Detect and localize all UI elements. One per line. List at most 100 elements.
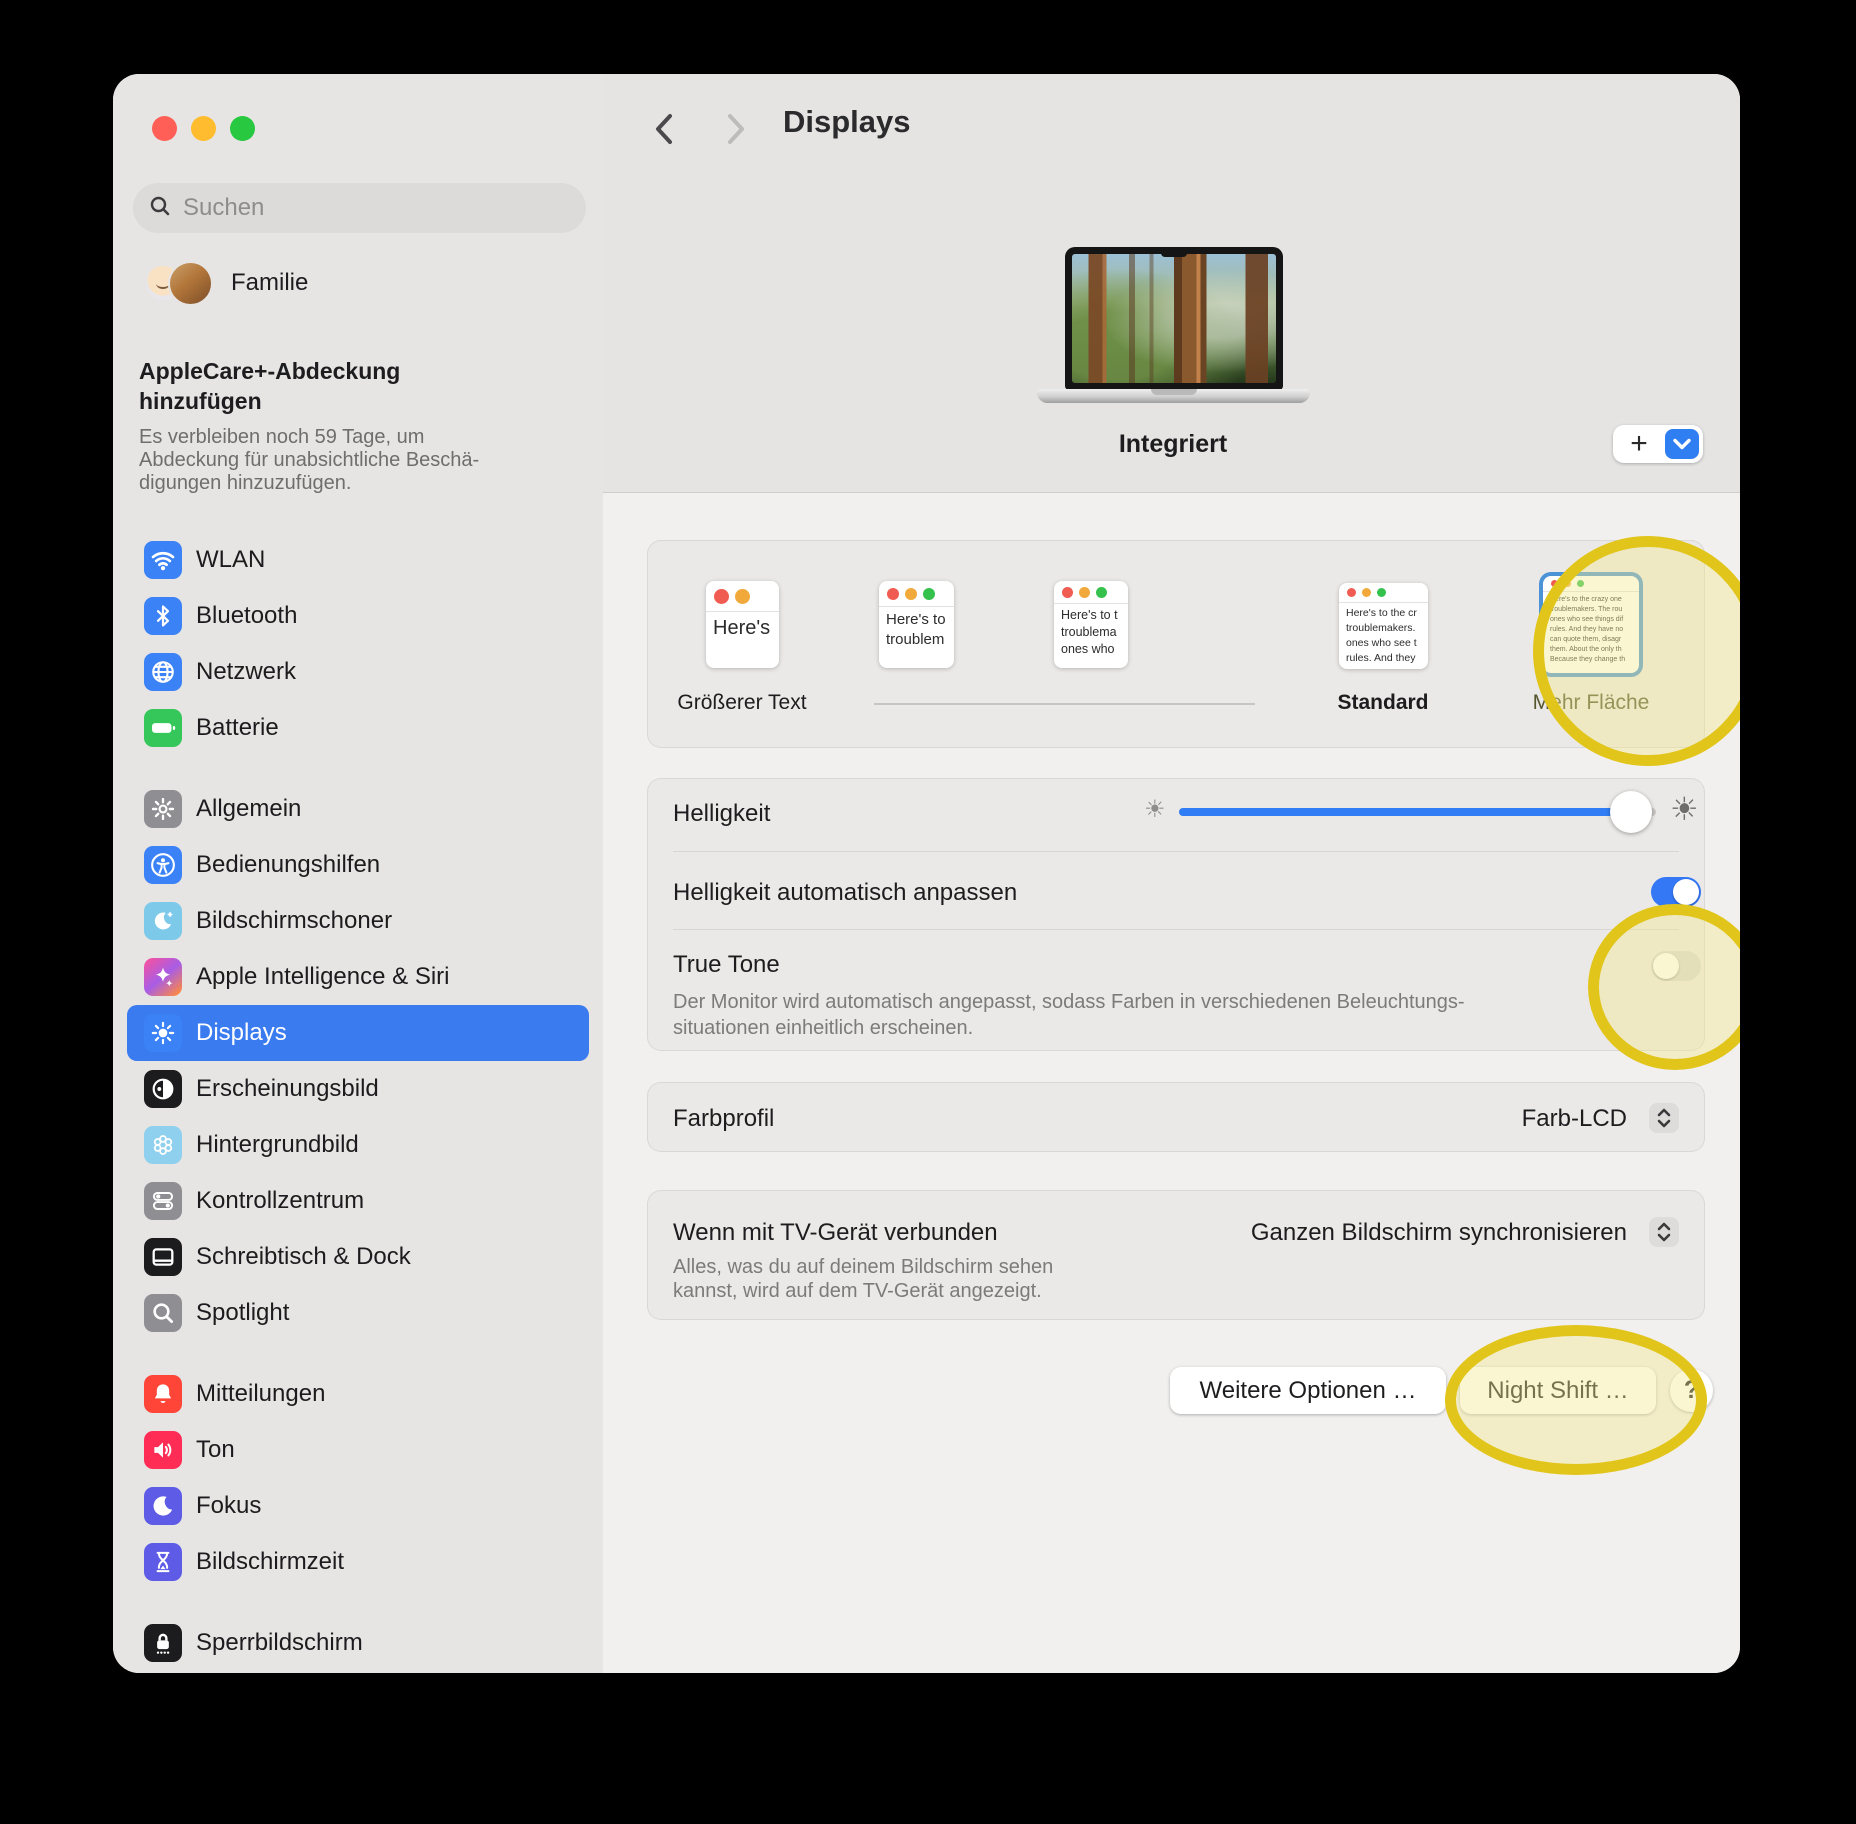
picker-option-groesserer-text[interactable]: Here's bbox=[706, 581, 779, 668]
sidebar-item-label: Kontrollzentrum bbox=[196, 1187, 365, 1214]
picker-label-groesserer-text: Größerer Text bbox=[677, 691, 807, 714]
sidebar-item-wlan[interactable]: WLAN bbox=[127, 532, 589, 588]
traffic-lights bbox=[152, 116, 255, 141]
divider bbox=[673, 929, 1679, 930]
search-input[interactable] bbox=[181, 193, 570, 223]
help-button[interactable]: ? bbox=[1670, 1369, 1713, 1412]
sidebar-item-bildschirmschoner[interactable]: Bildschirmschoner bbox=[127, 893, 589, 949]
bluetooth-icon bbox=[144, 597, 182, 635]
sidebar-item-hintergrundbild[interactable]: Hintergrundbild bbox=[127, 1117, 589, 1173]
true-tone-description: Der Monitor wird automatisch angepasst, … bbox=[673, 991, 1465, 1039]
window-dot-icon bbox=[1377, 588, 1386, 597]
picker-label-mehr-flaeche: Mehr Fläche bbox=[1532, 691, 1650, 714]
thumb-text-line: troublemakers. bbox=[1346, 622, 1416, 634]
tv-mirroring-label: Wenn mit TV-Gerät verbunden bbox=[673, 1219, 998, 1246]
sidebar-item-label: Schreibtisch & Dock bbox=[196, 1243, 411, 1270]
true-tone-toggle[interactable] bbox=[1651, 951, 1701, 981]
sidebar-item-label: Spotlight bbox=[196, 1299, 290, 1326]
sidebar-item-label: Displays bbox=[196, 1019, 287, 1046]
night-shift-button[interactable]: Night Shift … bbox=[1460, 1367, 1656, 1414]
sidebar-item-batterie[interactable]: Batterie bbox=[127, 700, 589, 756]
brightness-label: Helligkeit bbox=[673, 800, 771, 827]
minimize-button[interactable] bbox=[191, 116, 216, 141]
plus-icon[interactable]: + bbox=[1613, 426, 1665, 462]
thumb-text-line: Here's to the cr bbox=[1346, 607, 1417, 619]
thumb-text-line: Because they change th bbox=[1550, 656, 1626, 663]
sidebar-item-erscheinungsbild[interactable]: Erscheinungsbild bbox=[127, 1061, 589, 1117]
bell-icon bbox=[144, 1375, 182, 1413]
sidebar-item-label: WLAN bbox=[196, 546, 266, 573]
window-dot-icon bbox=[905, 587, 917, 600]
sidebar-item-label: Erscheinungsbild bbox=[196, 1075, 379, 1102]
magnifier-icon bbox=[144, 1294, 182, 1332]
sidebar-item-label: Hintergrundbild bbox=[196, 1131, 359, 1158]
sidebar-item-fokus[interactable]: Fokus bbox=[127, 1478, 589, 1534]
sidebar-item-displays[interactable]: Displays bbox=[127, 1005, 589, 1061]
window-dot-icon bbox=[1551, 580, 1558, 587]
hourglass-icon bbox=[144, 1543, 182, 1581]
search-field[interactable] bbox=[133, 183, 586, 233]
sidebar-item-bluetooth[interactable]: Bluetooth bbox=[127, 588, 589, 644]
sidebar-item-bildschirmzeit[interactable]: Bildschirmzeit bbox=[127, 1534, 589, 1590]
window-dot-icon bbox=[1362, 588, 1371, 597]
display-name: Integriert bbox=[1118, 430, 1228, 458]
thumb-text-line: Here's to bbox=[886, 611, 946, 628]
sidebar-item-label: Apple Intelligence & Siri bbox=[196, 963, 450, 990]
sidebar-item-allgemein[interactable]: Allgemein bbox=[127, 781, 589, 837]
add-display-button[interactable]: + bbox=[1613, 425, 1703, 463]
family-label: Familie bbox=[231, 269, 309, 296]
sidebar-item-familie[interactable]: Familie bbox=[146, 260, 309, 306]
sidebar-item-label: Bildschirmschoner bbox=[196, 907, 393, 934]
chevron-down-icon[interactable] bbox=[1665, 429, 1699, 459]
tv-mirroring-stepper-icon[interactable] bbox=[1649, 1217, 1679, 1247]
brightness-bright-icon: ☀ bbox=[1670, 790, 1699, 828]
back-button[interactable] bbox=[647, 112, 681, 146]
applecare-banner[interactable]: AppleCare+-Abdeckung hinzufügen Es verbl… bbox=[139, 356, 579, 495]
sidebar-list: WLAN Bluetooth Netzwerk Batterie Allgemein Be… bbox=[127, 532, 589, 1673]
content-pane: Displays Integriert + Here's Here's to tr… bbox=[603, 74, 1740, 1673]
sidebar-item-label: Sperrbildschirm bbox=[196, 1629, 363, 1656]
sidebar-group: Sperrbildschirm bbox=[127, 1615, 589, 1671]
sidebar-item-mitteilungen[interactable]: Mitteilungen bbox=[127, 1366, 589, 1422]
sidebar-item-label: Bedienungshilfen bbox=[196, 851, 381, 878]
sidebar-item-label: Ton bbox=[196, 1436, 235, 1463]
thumb-text-line: troublema bbox=[1061, 625, 1117, 639]
zoom-button[interactable] bbox=[230, 116, 255, 141]
thumb-text-line: rules. And they have no bbox=[1550, 626, 1624, 633]
resolution-picker-card: Here's Here's to troublem Here's to t trou… bbox=[647, 540, 1705, 748]
picker-option-standard[interactable]: Here's to the cr troublemakers. ones who s… bbox=[1339, 583, 1428, 669]
tv-mirroring-description: Alles, was du auf deinem Bildschirm sehe… bbox=[673, 1256, 1054, 1302]
sidebar-item-netzwerk[interactable]: Netzwerk bbox=[127, 644, 589, 700]
sidebar-item-label: Mitteilungen bbox=[196, 1380, 326, 1407]
brightness-card: Helligkeit ☀ ☀ Helligkeit automatisch an… bbox=[647, 778, 1705, 1051]
brightness-slider-knob[interactable] bbox=[1610, 791, 1652, 833]
window-dot-icon bbox=[1347, 588, 1356, 597]
tv-mirroring-value[interactable]: Ganzen Bildschirm synchronisieren bbox=[1251, 1219, 1627, 1247]
window-dot-icon bbox=[1577, 580, 1584, 587]
sidebar-item-spotlight[interactable]: Spotlight bbox=[127, 1285, 589, 1341]
sidebar-item-apple-intelligence-siri[interactable]: Apple Intelligence & Siri bbox=[127, 949, 589, 1005]
sidebar-item-label: Bildschirmzeit bbox=[196, 1548, 345, 1575]
picker-option-2[interactable]: Here's to troublem bbox=[879, 581, 954, 668]
auto-brightness-toggle[interactable] bbox=[1651, 877, 1701, 907]
sidebar-item-schreibtisch-dock[interactable]: Schreibtisch & Dock bbox=[127, 1229, 589, 1285]
display-preview bbox=[1065, 247, 1283, 390]
more-options-button[interactable]: Weitere Optionen … bbox=[1170, 1367, 1446, 1414]
sidebar-item-bedienungshilfen[interactable]: Bedienungshilfen bbox=[127, 837, 589, 893]
color-profile-stepper-icon[interactable] bbox=[1649, 1103, 1679, 1133]
color-profile-value[interactable]: Farb-LCD bbox=[1522, 1105, 1627, 1133]
intelligence-icon bbox=[144, 958, 182, 996]
moon-icon bbox=[144, 1487, 182, 1525]
sidebar-item-kontrollzentrum[interactable]: Kontrollzentrum bbox=[127, 1173, 589, 1229]
forward-button[interactable] bbox=[719, 112, 753, 146]
sidebar-item-label: Allgemein bbox=[196, 795, 302, 822]
family-avatar bbox=[168, 260, 213, 306]
picker-option-3[interactable]: Here's to t troublema ones who bbox=[1054, 581, 1128, 668]
close-button[interactable] bbox=[152, 116, 177, 141]
applecare-body: Es verbleiben noch 59 Tage, um Abdeckung… bbox=[139, 426, 480, 494]
color-profile-label: Farbprofil bbox=[673, 1105, 775, 1132]
sidebar-item-sperrbildschirm[interactable]: Sperrbildschirm bbox=[127, 1615, 589, 1671]
sidebar-item-ton[interactable]: Ton bbox=[127, 1422, 589, 1478]
picker-option-mehr-flaeche[interactable]: Here's to the crazy one troublemakers. Th… bbox=[1543, 576, 1639, 673]
sidebar-group: Allgemein Bedienungshilfen Bildschirmschon… bbox=[127, 781, 589, 1341]
